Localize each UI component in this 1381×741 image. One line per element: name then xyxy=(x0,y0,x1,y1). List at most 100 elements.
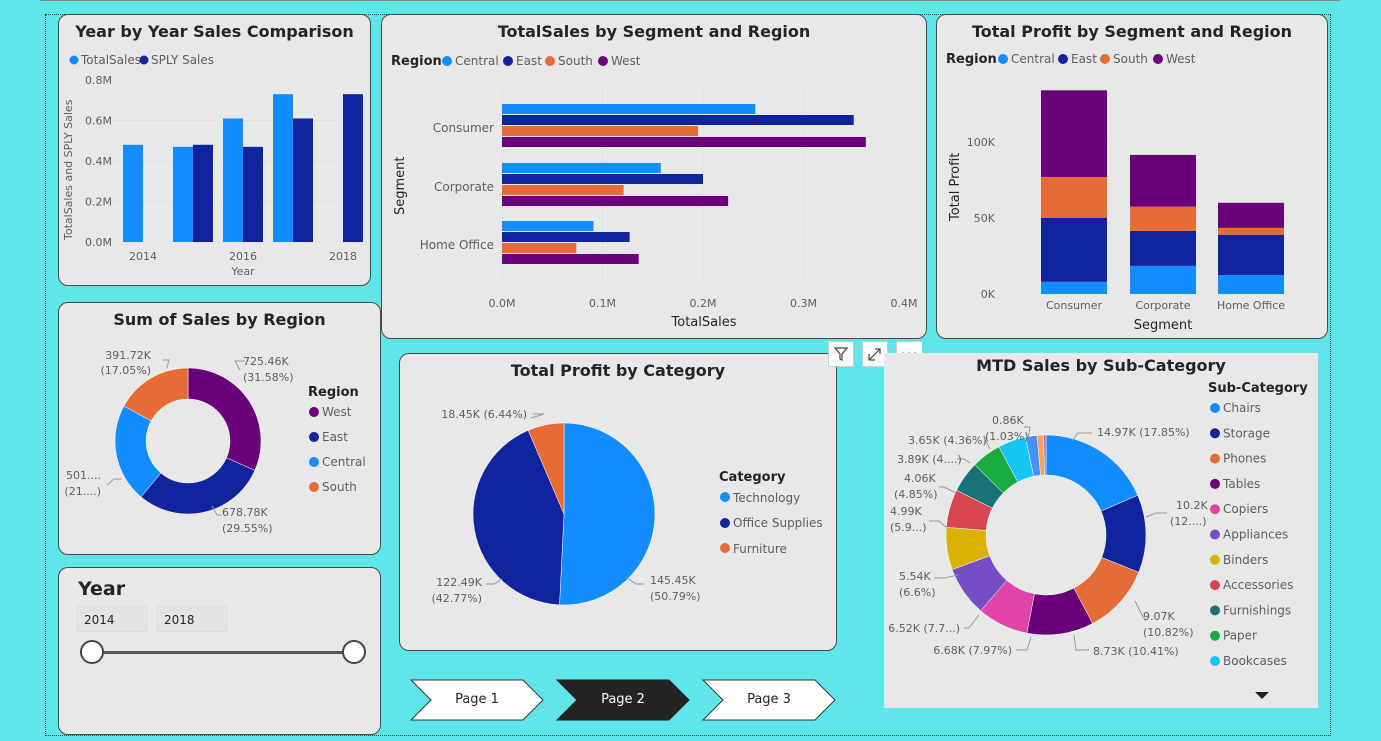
sub-label-storage-value: 10.2K xyxy=(1176,499,1208,512)
subcategory-legend-marker-binders xyxy=(1210,554,1220,565)
sub-leader-copiers xyxy=(1016,636,1032,651)
segment-sales-xtick: 0.1M xyxy=(589,297,616,310)
subcategory-slice-chairs[interactable] xyxy=(1045,434,1139,512)
yoy-bar-sply-sales-2016[interactable] xyxy=(243,146,263,242)
segment-profit-ylabel: Total Profit xyxy=(948,153,963,222)
segment-sales-chart: Region Central East South West Segment C… xyxy=(391,54,918,330)
segment-profit-bar-corporate-east[interactable] xyxy=(1130,230,1196,266)
segment-profit-bar-consumer-east[interactable] xyxy=(1041,218,1107,282)
year-slicer-to[interactable]: 2018 xyxy=(157,606,227,632)
segment-profit-bar-corporate-south[interactable] xyxy=(1130,206,1196,231)
year-slider-handle-start[interactable] xyxy=(80,640,104,664)
year-slider-track[interactable] xyxy=(92,651,354,654)
sub-leader-tables xyxy=(1073,634,1089,651)
segment-profit-bar-home-office-south[interactable] xyxy=(1218,227,1284,235)
yoy-bar-sply-sales-2018[interactable] xyxy=(343,94,363,242)
yoy-bar-totalsales-2014[interactable] xyxy=(123,144,143,242)
segment-sales-xtick: 0.3M xyxy=(790,297,817,310)
subcategory-sales-card[interactable]: MTD Sales by Sub-Category Chairs Storage P… xyxy=(884,353,1318,708)
page-3-label: Page 3 xyxy=(747,692,791,707)
segment-sales-card[interactable]: TotalSales by Segment and Region Region … xyxy=(381,14,927,339)
segment-profit-ytick-100k: 100K xyxy=(967,136,996,149)
region-leader-south xyxy=(163,359,170,369)
yoy-xtick-2016: 2016 xyxy=(229,250,257,263)
segment-sales-cat-consumer: Consumer xyxy=(433,121,494,135)
yoy-bar-totalsales-2017[interactable] xyxy=(273,94,293,242)
sub-label-phones-pct: (10.82%) xyxy=(1143,626,1194,639)
segment-sales-bar-consumer-west[interactable] xyxy=(502,137,866,147)
yoy-bar-totalsales-2015[interactable] xyxy=(173,146,193,242)
category-profit-card[interactable]: Total Profit by Category 18.45K (6.44%) … xyxy=(399,353,837,651)
filter-icon[interactable] xyxy=(828,341,854,367)
year-slicer-title: Year xyxy=(78,578,126,600)
filter-icon-glyph xyxy=(833,347,849,361)
segment-sales-bar-consumer-east[interactable] xyxy=(502,115,854,125)
region-legend-west-marker xyxy=(309,407,319,417)
segment-sales-bar-consumer-south[interactable] xyxy=(502,126,698,136)
legend-scroll-down-icon[interactable] xyxy=(1255,692,1269,699)
page-3-button[interactable]: Page 3 xyxy=(701,678,837,722)
subcategory-legend-marker-accessories xyxy=(1210,580,1220,591)
segment-sales-bar-home-office-west[interactable] xyxy=(502,254,639,264)
segment-profit-bar-home-office-central[interactable] xyxy=(1218,275,1284,294)
segment-sales-bar-home-office-south[interactable] xyxy=(502,243,577,253)
region-label-central-pct: (21....) xyxy=(64,485,101,498)
subcategory-legend-marker-storage xyxy=(1210,428,1220,439)
yoy-bar-totalsales-2016[interactable] xyxy=(223,118,243,242)
subcategory-legend-copiers: Copiers xyxy=(1223,502,1268,516)
yoy-sales-card[interactable]: Year by Year Sales Comparison TotalSales… xyxy=(58,14,371,286)
segment-sales-bar-corporate-west[interactable] xyxy=(502,196,729,206)
segment-sales-legend-south-marker xyxy=(545,56,555,66)
category-leader-furniture xyxy=(530,413,545,419)
segment-profit-bar-home-office-east[interactable] xyxy=(1218,234,1284,275)
subcategory-legend-marker-appliances xyxy=(1210,529,1220,540)
category-legend-furniture-marker xyxy=(720,543,730,553)
sub-label-bookcases: 3.65K (4.36%) xyxy=(908,434,987,447)
yoy-ytick: 0.6M xyxy=(85,115,112,128)
segment-profit-bar-consumer-central[interactable] xyxy=(1041,281,1107,294)
segment-profit-bar-corporate-central[interactable] xyxy=(1130,265,1196,294)
yoy-legend-totalsales: TotalSales xyxy=(80,53,141,67)
page-2-label: Page 2 xyxy=(601,692,645,707)
segment-profit-legend-east-marker xyxy=(1058,54,1068,64)
segment-profit-bar-corporate-west[interactable] xyxy=(1130,154,1196,207)
page-2-button[interactable]: Page 2 xyxy=(555,678,691,722)
sub-leader-storage xyxy=(1145,512,1167,518)
sub-label-phones-value: 9.07K xyxy=(1143,610,1175,623)
category-slice-technology[interactable] xyxy=(559,422,656,606)
sub-label-appliances: 6.52K (7.7...) xyxy=(888,622,960,635)
segment-sales-bar-home-office-east[interactable] xyxy=(502,232,630,242)
segment-sales-xtick: 0.2M xyxy=(690,297,717,310)
yoy-bar-sply-sales-2017[interactable] xyxy=(293,118,313,242)
segment-sales-xtick: 0.0M xyxy=(489,297,516,310)
segment-profit-legend-central: Central xyxy=(1011,52,1055,66)
segment-sales-bar-home-office-central[interactable] xyxy=(502,221,594,231)
category-label-tech-value: 145.45K xyxy=(650,574,696,587)
category-label-office-value: 122.49K xyxy=(436,576,482,589)
segment-profit-bar-consumer-south[interactable] xyxy=(1041,176,1107,218)
segment-sales-bar-consumer-central[interactable] xyxy=(502,104,756,114)
sub-leader-binders xyxy=(934,574,959,579)
sub-label-chairs: 14.97K (17.85%) xyxy=(1097,426,1190,439)
segment-sales-ylabel: Segment xyxy=(393,157,408,216)
yoy-bar-sply-sales-2015[interactable] xyxy=(193,144,213,242)
year-slider-handle-end[interactable] xyxy=(342,640,366,664)
top-border-line xyxy=(40,0,1340,3)
subcategory-legend-storage: Storage xyxy=(1223,426,1270,440)
sub-leader-accessories xyxy=(929,520,948,529)
category-label-furniture: 18.45K (6.44%) xyxy=(441,408,527,421)
region-label-south-value: 391.72K xyxy=(105,349,151,362)
segment-sales-bar-corporate-south[interactable] xyxy=(502,185,624,195)
segment-profit-bar-consumer-west[interactable] xyxy=(1041,90,1107,177)
segment-sales-cat-homeoffice: Home Office xyxy=(420,238,494,252)
segment-sales-bar-corporate-east[interactable] xyxy=(502,174,703,184)
page-1-button[interactable]: Page 1 xyxy=(409,678,545,722)
segment-sales-xtick: 0.4M xyxy=(891,297,918,310)
segment-profit-legend-south: South xyxy=(1113,52,1148,66)
segment-sales-bar-corporate-central[interactable] xyxy=(502,163,661,173)
region-sales-card[interactable]: Sum of Sales by Region 725.46K (31.58%) … xyxy=(58,302,381,555)
segment-profit-card[interactable]: Total Profit by Segment and Region Regio… xyxy=(936,14,1328,339)
year-slicer-from[interactable]: 2014 xyxy=(77,606,147,632)
yoy-ylabel: TotalSales and SPLY Sales xyxy=(62,99,75,241)
segment-profit-bar-home-office-west[interactable] xyxy=(1218,202,1284,228)
